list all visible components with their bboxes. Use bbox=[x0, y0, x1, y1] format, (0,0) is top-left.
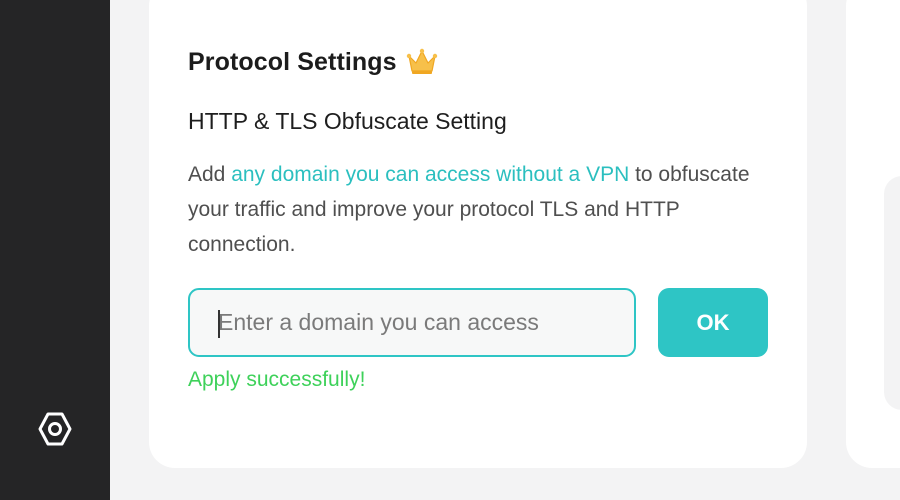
page-title: Protocol Settings bbox=[188, 47, 397, 76]
domain-input[interactable] bbox=[218, 290, 618, 355]
ok-button[interactable]: OK bbox=[658, 288, 768, 357]
description: Add any domain you can access without a … bbox=[188, 157, 788, 262]
domain-help-link[interactable]: any domain you can access without a VPN bbox=[231, 163, 629, 186]
title-row: Protocol Settings bbox=[188, 47, 438, 77]
hexagon-settings-icon bbox=[38, 412, 72, 446]
description-prefix: Add bbox=[188, 163, 232, 186]
side-card-panel bbox=[884, 176, 900, 410]
section-subtitle: HTTP & TLS Obfuscate Setting bbox=[188, 108, 507, 134]
settings-button[interactable] bbox=[34, 408, 76, 450]
status-message: Apply successfully! bbox=[188, 368, 366, 391]
domain-input-field[interactable] bbox=[188, 288, 636, 357]
crown-icon bbox=[406, 48, 437, 74]
sidebar bbox=[0, 0, 110, 500]
text-caret bbox=[218, 310, 220, 338]
